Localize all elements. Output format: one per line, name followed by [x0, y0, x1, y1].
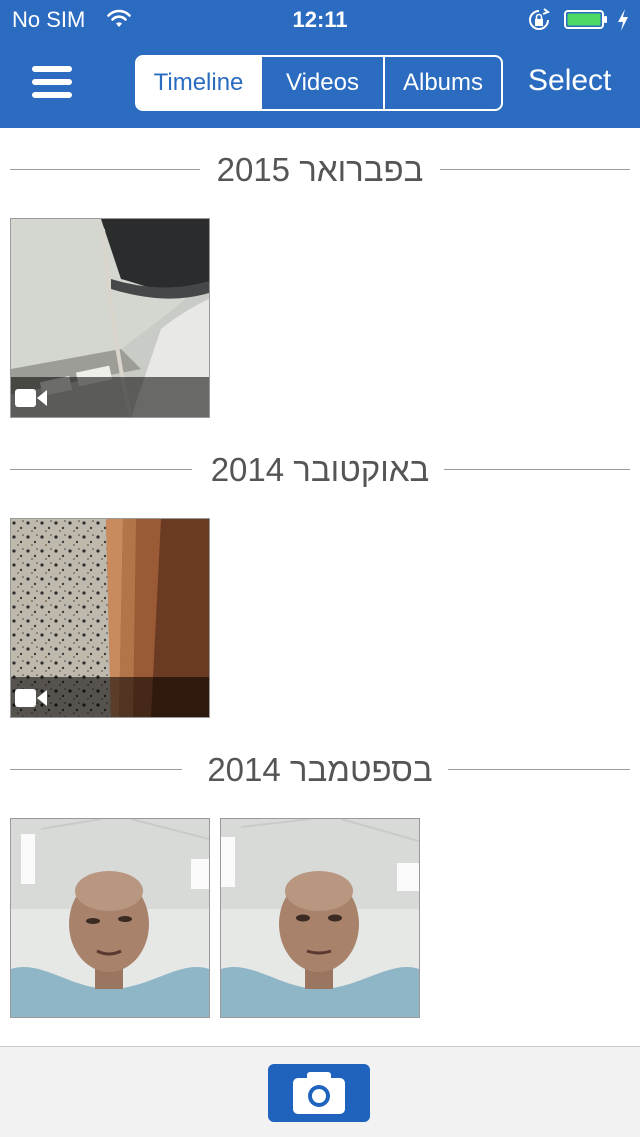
video-camera-icon — [15, 689, 47, 707]
section-title: באוקטובר 2014 — [210, 451, 430, 488]
camera-icon — [293, 1072, 345, 1114]
section-title: בפברואר 2015 — [216, 151, 424, 188]
divider-line — [444, 469, 630, 470]
section-title: בספטמבר 2014 — [207, 751, 433, 788]
select-button[interactable]: Select — [528, 64, 611, 98]
video-camera-icon — [15, 389, 47, 407]
status-bar: No SIM 12:11 — [0, 0, 640, 40]
charging-bolt-icon — [618, 9, 628, 31]
top-bar: No SIM 12:11 Timeline Videos Albums Sele… — [0, 0, 640, 128]
media-thumbnail[interactable] — [10, 518, 210, 718]
view-segmented-control: Timeline Videos Albums — [135, 55, 503, 111]
media-thumbnail[interactable] — [10, 818, 210, 1018]
photo-thumbnail-image — [11, 819, 209, 1017]
tab-label: Videos — [286, 69, 359, 96]
hamburger-menu-icon[interactable] — [32, 66, 72, 98]
section-header: בפברואר 2015 — [10, 150, 630, 190]
media-thumbnail[interactable] — [10, 218, 210, 418]
battery-icon — [564, 10, 607, 29]
tab-label: Albums — [402, 69, 484, 96]
tab-timeline[interactable]: Timeline — [137, 57, 260, 109]
divider-line — [440, 169, 630, 170]
media-thumbnail[interactable] — [220, 818, 420, 1018]
tab-videos[interactable]: Videos — [260, 57, 383, 109]
camera-button[interactable] — [268, 1064, 370, 1122]
bottom-toolbar — [0, 1046, 640, 1137]
tab-albums[interactable]: Albums — [383, 57, 501, 109]
divider-line — [448, 769, 630, 770]
section-header: בספטמבר 2014 — [10, 750, 630, 790]
tab-label: Timeline — [153, 69, 244, 96]
section-header: באוקטובר 2014 — [10, 450, 630, 490]
photo-thumbnail-image — [221, 819, 419, 1017]
rotation-lock-icon — [529, 8, 550, 30]
